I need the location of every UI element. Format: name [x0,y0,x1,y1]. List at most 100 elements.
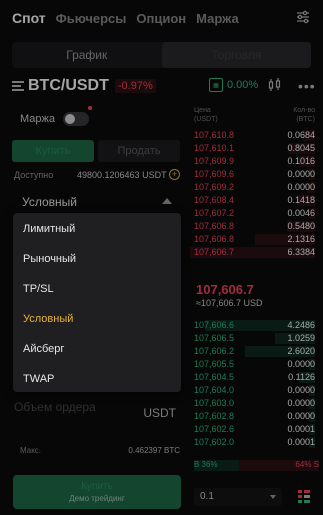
ask-row[interactable]: 107,606.8 0.5480 [190,221,315,232]
ask-row[interactable]: 107,610.8 0.0684 [190,130,315,141]
settings-sliders-icon[interactable] [295,9,311,25]
bid-qty: 0.0001 [287,424,315,434]
buy-button-sub: Демо трейдинг [69,494,125,503]
bid-qty: 0.0000 [287,411,315,421]
bid-qty: 0.0001 [287,437,315,447]
book-view-icon[interactable] [298,490,310,504]
ask-price: 107,609.9 [194,156,235,166]
available-value: 49800.1206463 USDT [77,170,167,180]
ask-qty: 0.1016 [287,156,315,166]
ask-row[interactable]: 107,609.9 0.1016 [190,156,315,167]
menu-icon[interactable] [12,80,24,92]
volume-input[interactable]: Объем ордера USDT [14,400,182,424]
margin-row: Маржа [20,112,89,126]
bid-row[interactable]: 107,606.2 2.6020 [190,346,315,357]
buy-sell-ratio: B 36% 64% S [194,460,319,471]
ticker-change: 0.00% [227,79,259,91]
top-nav: Спот Фьючерсы Опцион Маржа [0,0,323,36]
bid-qty: 4.2486 [287,320,315,330]
qty-header: Кол-во (BTC) [293,107,315,123]
bid-row[interactable]: 107,602.6 0.0001 [190,424,315,435]
bid-row[interactable]: 107,602.0 0.0001 [190,437,315,448]
depth-select[interactable]: 0.1 [194,488,282,506]
bid-row[interactable]: 107,604.5 0.1126 [190,372,315,383]
mid-price: 107,606.7 [196,282,254,297]
chevron-down-icon [270,495,276,499]
ask-row[interactable]: 107,608.4 0.1418 [190,195,315,206]
bid-qty: 0.0000 [287,385,315,395]
bid-row[interactable]: 107,605.5 0.0000 [190,359,315,370]
margin-toggle[interactable] [63,112,89,126]
buy-button[interactable]: Купить Демо трейдинг [13,475,181,509]
ask-qty: 0.8045 [287,143,315,153]
notification-dot [88,106,92,110]
ask-price: 107,606.8 [194,221,235,231]
option-limit[interactable]: Лимитный [23,223,75,235]
volume-placeholder: Объем ордера [14,400,96,414]
ask-row[interactable]: 107,606.7 6.3384 [190,247,315,258]
option-twap[interactable]: TWAP [23,373,54,385]
add-funds-icon[interactable]: + [169,169,180,180]
bid-qty: 1.0259 [287,333,315,343]
max-value: 0.462397 BTC [128,446,180,455]
ask-row[interactable]: 107,610.1 0.8045 [190,143,315,154]
ask-qty: 0.1418 [287,195,315,205]
ticker-icon[interactable]: ▦ [209,78,223,92]
option-conditional[interactable]: Условный [23,313,73,325]
bid-price: 107,606.6 [194,320,235,330]
available-label: Доступно [14,170,54,180]
order-type-dropdown: Лимитный Рыночный TP/SL Условный Айсберг… [13,213,181,392]
depth-value: 0.1 [200,491,214,502]
max-amount: Макс. 0.462397 BTC [20,446,180,455]
max-label: Макс. [20,446,42,455]
view-subtabs: График Торговля [12,42,311,68]
tab-options[interactable]: Опцион [136,11,186,26]
margin-label: Маржа [20,113,55,125]
pair-symbol[interactable]: BTC/USDT [28,77,109,95]
ask-qty: 0.5480 [287,221,315,231]
buy-button-label: Купить [81,481,113,492]
price-header: Цена (USDT) [194,107,218,123]
bid-price: 107,602.0 [194,437,235,447]
bid-price: 107,603.0 [194,398,235,408]
option-tpsl[interactable]: TP/SL [23,283,54,295]
ask-row[interactable]: 107,606.8 2.1316 [190,234,315,245]
subtab-trade[interactable]: Торговля [161,42,311,68]
ask-price: 107,610.8 [194,130,235,140]
bid-row[interactable]: 107,606.5 1.0259 [190,333,315,344]
bid-row[interactable]: 107,606.6 4.2486 [190,320,315,331]
ask-price: 107,606.8 [194,234,235,244]
candlestick-icon[interactable] [267,77,283,93]
bid-row[interactable]: 107,604.0 0.0000 [190,385,315,396]
tab-spot[interactable]: Спот [12,10,46,26]
option-market[interactable]: Рыночный [23,253,76,265]
tab-futures[interactable]: Фьючерсы [56,11,127,26]
bid-price: 107,606.2 [194,346,235,356]
sell-tab[interactable]: Продать [98,140,180,162]
ask-price: 107,607.2 [194,208,235,218]
order-type-select[interactable]: Условный [12,192,180,212]
bid-price: 107,605.5 [194,359,235,369]
ask-row[interactable]: 107,609.6 0.0000 [190,169,315,180]
ask-price: 107,609.6 [194,169,235,179]
ask-price: 107,606.7 [194,247,235,257]
bid-row[interactable]: 107,602.8 0.0000 [190,411,315,422]
ask-price: 107,610.1 [194,143,235,153]
bid-qty: 0.1126 [288,372,315,382]
option-iceberg[interactable]: Айсберг [23,343,64,355]
tab-margin[interactable]: Маржа [196,11,239,26]
sell-ratio-label: 64% S [295,460,319,469]
ask-row[interactable]: 107,609.2 0.0000 [190,182,315,193]
ask-row[interactable]: 107,607.2 0.0046 [190,208,315,219]
subtab-chart[interactable]: График [12,42,162,68]
available-balance: Доступно 49800.1206463 USDT + [14,169,182,180]
bid-price: 107,606.5 [194,333,235,343]
ask-price: 107,609.2 [194,182,235,192]
bid-row[interactable]: 107,603.0 0.0000 [190,398,315,409]
ask-qty: 0.0046 [287,208,315,218]
buy-tab[interactable]: Купить [12,140,94,162]
buy-sell-switch: Купить Продать [12,140,180,162]
more-icon[interactable]: ••• [298,78,316,94]
ask-qty: 6.3384 [287,247,315,257]
pair-header: BTC/USDT -0.97% ▦ 0.00% ••• [12,76,323,96]
